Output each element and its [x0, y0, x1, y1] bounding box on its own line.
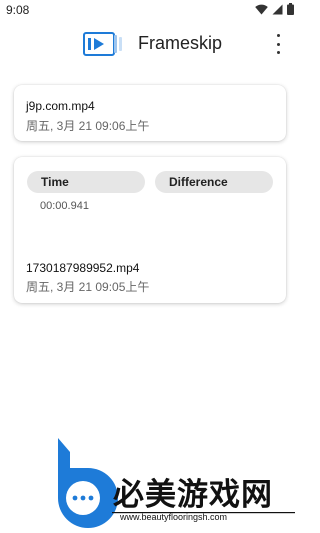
- comparison-card[interactable]: Time Difference 00:00.941 1730187989952.…: [14, 157, 286, 303]
- time-column-header[interactable]: Time: [27, 171, 145, 193]
- frameskip-logo-icon: [83, 32, 122, 56]
- watermark-text: 必美游戏网: [113, 477, 273, 513]
- signal-icon: [272, 4, 283, 14]
- file-card[interactable]: j9p.com.mp4 周五, 3月 21 09:06上午: [14, 85, 286, 141]
- time-value: 00:00.941: [40, 200, 89, 212]
- app-title: Frameskip: [138, 33, 223, 53]
- file-date: 周五, 3月 21 09:06上午: [26, 119, 150, 133]
- file-date: 周五, 3月 21 09:05上午: [26, 280, 150, 294]
- wifi-icon: [255, 4, 268, 14]
- watermark-url: www.beautyflooringsh.com: [120, 512, 228, 522]
- app-bar: Frameskip: [0, 24, 300, 64]
- status-icons: [255, 3, 294, 15]
- difference-column-header[interactable]: Difference: [155, 171, 273, 193]
- more-vert-icon[interactable]: [270, 34, 286, 54]
- file-name: j9p.com.mp4: [26, 99, 95, 113]
- status-time: 9:08: [6, 3, 30, 17]
- battery-icon: [287, 3, 294, 15]
- file-name: 1730187989952.mp4: [26, 261, 140, 275]
- status-bar: 9:08: [0, 0, 300, 22]
